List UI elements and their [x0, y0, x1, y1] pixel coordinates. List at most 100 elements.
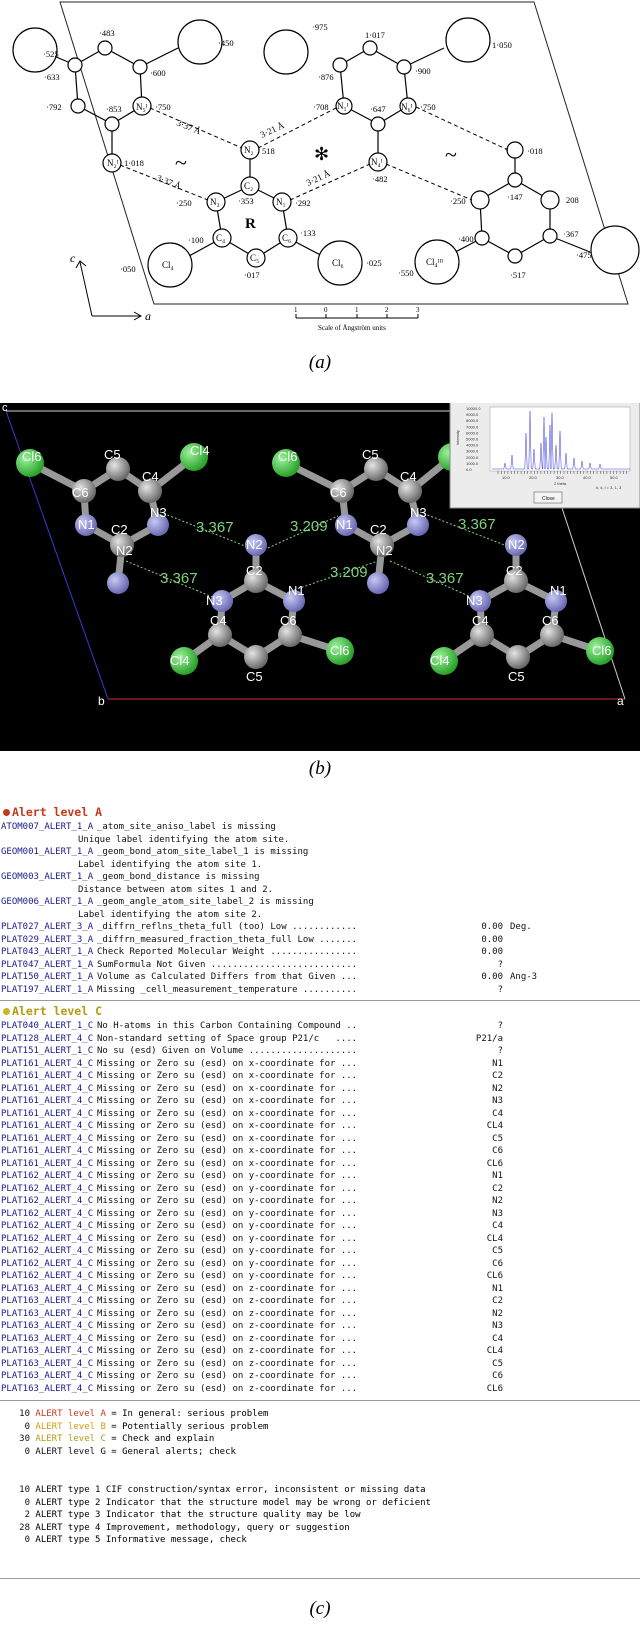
- alert-code[interactable]: PLAT161_ALERT_4_C: [1, 1058, 93, 1071]
- alert-code[interactable]: GEOM001_ALERT_1_A: [1, 846, 93, 859]
- alert-row: GEOM006_ALERT_1_A _geom_angle_atom_site_l…: [0, 896, 640, 909]
- alert-code[interactable]: PLAT163_ALERT_4_C: [1, 1308, 93, 1321]
- alert-row: PLAT163_ALERT_4_C Missing or Zero su (esd…: [0, 1283, 640, 1296]
- alert-row: PLAT043_ALERT_1_A Check Reported Molecula…: [0, 946, 640, 959]
- alert-code[interactable]: PLAT163_ALERT_4_C: [1, 1295, 93, 1308]
- alert-code[interactable]: PLAT027_ALERT_3_A: [1, 921, 93, 934]
- alert-row: PLAT163_ALERT_4_C Missing or Zero su (esd…: [0, 1370, 640, 1383]
- alert-code[interactable]: PLAT197_ALERT_1_A: [1, 984, 93, 997]
- alert-code[interactable]: PLAT161_ALERT_4_C: [1, 1158, 93, 1171]
- alert-code[interactable]: PLAT163_ALERT_4_C: [1, 1283, 93, 1296]
- summary-type-text: ALERT type 5 Informative message, check: [35, 1535, 247, 1545]
- alert-code[interactable]: PLAT163_ALERT_4_C: [1, 1345, 93, 1358]
- height-600: ·600: [150, 68, 166, 78]
- alert-code[interactable]: PLAT163_ALERT_4_C: [1, 1370, 93, 1383]
- alert-code[interactable]: PLAT128_ALERT_4_C: [1, 1033, 93, 1046]
- alert-code[interactable]: PLAT162_ALERT_4_C: [1, 1245, 93, 1258]
- atom-label-n3-mol2: N3: [410, 505, 427, 520]
- height-050: ·050: [120, 264, 136, 274]
- alert-row: PLAT161_ALERT_4_C Missing or Zero su (esd…: [0, 1108, 640, 1121]
- alert-row: ATOM007_ALERT_1_A _atom_site_aniso_label …: [0, 821, 640, 834]
- alert-code[interactable]: PLAT162_ALERT_4_C: [1, 1170, 93, 1183]
- alert-value: CL6: [486, 1158, 503, 1169]
- atom-label-n2-mol4: N2: [508, 537, 525, 552]
- label-n2: N₂: [244, 145, 254, 155]
- alert-description: Unique label identifying the atom site.: [78, 834, 290, 845]
- panel-b-molecular-viewer: c b a Cl6 C5 C4 Cl4 C6 N1 C2 N3 N2 Cl6 C…: [0, 403, 640, 751]
- atom-label-n3-mol1: N3: [150, 505, 167, 520]
- alert-row: PLAT162_ALERT_4_C Missing or Zero su (esd…: [0, 1170, 640, 1183]
- atom-label-n2-mol3: N2: [246, 537, 263, 552]
- height-633: ·633: [44, 72, 60, 82]
- height-400: ·400: [458, 234, 474, 244]
- panel-c-checkcif-report: Alert level A ATOM007_ALERT_1_A _atom_sit…: [0, 806, 640, 1588]
- alert-code[interactable]: PLAT161_ALERT_4_C: [1, 1083, 93, 1096]
- alert-code[interactable]: PLAT151_ALERT_1_C: [1, 1045, 93, 1058]
- alert-row: PLAT029_ALERT_3_A _diffrn_measured_fracti…: [0, 934, 640, 947]
- summary-count: 0: [24, 1535, 30, 1545]
- powder-x-tick: 30.0: [556, 475, 565, 480]
- alert-row: PLAT163_ALERT_4_C Missing or Zero su (esd…: [0, 1358, 640, 1371]
- alert-code[interactable]: PLAT161_ALERT_4_C: [1, 1133, 93, 1146]
- summary-count: 2: [24, 1510, 30, 1520]
- alert-code[interactable]: PLAT163_ALERT_4_C: [1, 1333, 93, 1346]
- alert-code[interactable]: PLAT161_ALERT_4_C: [1, 1095, 93, 1108]
- atom-label-cl6-mol3: Cl6: [330, 643, 350, 658]
- alert-message: Missing or Zero su (esd) on y-coordinate…: [97, 1221, 358, 1231]
- atom-label-c6-mol3: C6: [280, 613, 297, 628]
- alert-row: PLAT161_ALERT_4_C Missing or Zero su (esd…: [0, 1158, 640, 1171]
- powder-pattern-window[interactable]: 10000.09000.08000.07000.06000.0 5000.0400…: [449, 403, 640, 509]
- distance-1: 3·37 Å: [175, 118, 203, 137]
- alert-code[interactable]: PLAT161_ALERT_4_C: [1, 1120, 93, 1133]
- alert-code[interactable]: GEOM006_ALERT_1_A: [1, 896, 93, 909]
- alert-code[interactable]: PLAT163_ALERT_4_C: [1, 1320, 93, 1333]
- alert-code[interactable]: PLAT161_ALERT_4_C: [1, 1108, 93, 1121]
- alert-code[interactable]: PLAT163_ALERT_4_C: [1, 1383, 93, 1396]
- alert-code[interactable]: PLAT047_ALERT_1_A: [1, 959, 93, 972]
- atom-n2-mol1: [107, 572, 129, 594]
- atom-label-n1-mol4: N1: [550, 583, 567, 598]
- divider-1: [0, 1000, 640, 1001]
- summary-count: 0: [24, 1446, 30, 1457]
- alert-code[interactable]: PLAT161_ALERT_4_C: [1, 1070, 93, 1083]
- alert-code[interactable]: PLAT162_ALERT_4_C: [1, 1233, 93, 1246]
- alert-message: Missing or Zero su (esd) on y-coordinate…: [97, 1271, 358, 1281]
- alert-code[interactable]: GEOM003_ALERT_1_A: [1, 871, 93, 884]
- label-n1: N₁: [276, 197, 286, 207]
- powder-y-tick: 3000.0: [466, 449, 479, 454]
- alert-code[interactable]: PLAT163_ALERT_4_C: [1, 1358, 93, 1371]
- powder-x-tick: 10.0: [502, 475, 511, 480]
- alert-code[interactable]: PLAT162_ALERT_4_C: [1, 1258, 93, 1271]
- alert-code[interactable]: PLAT162_ALERT_4_C: [1, 1220, 93, 1233]
- height-147: ·147: [507, 192, 523, 202]
- alert-level-a-heading: Alert level A: [3, 806, 102, 819]
- alert-message: Missing or Zero su (esd) on x-coordinate…: [97, 1108, 358, 1119]
- alert-code[interactable]: PLAT150_ALERT_1_A: [1, 971, 93, 984]
- alert-value: C6: [492, 1258, 503, 1269]
- powder-y-tick: 0.0: [466, 467, 472, 472]
- alert-code[interactable]: PLAT029_ALERT_3_A: [1, 934, 93, 947]
- alert-row: PLAT163_ALERT_4_C Missing or Zero su (esd…: [0, 1333, 640, 1346]
- alert-value: 0.00: [481, 947, 503, 957]
- alert-code[interactable]: PLAT162_ALERT_4_C: [1, 1195, 93, 1208]
- powder-y-tick: 4000.0: [466, 443, 479, 448]
- alert-row: PLAT197_ALERT_1_A Missing _cell_measureme…: [0, 984, 640, 997]
- alert-code[interactable]: PLAT162_ALERT_4_C: [1, 1183, 93, 1196]
- distance-label-6: 3.367: [426, 570, 464, 587]
- alert-code[interactable]: PLAT040_ALERT_1_C: [1, 1020, 93, 1033]
- alert-code[interactable]: PLAT162_ALERT_4_C: [1, 1208, 93, 1221]
- alert-code[interactable]: PLAT161_ALERT_4_C: [1, 1145, 93, 1158]
- alert-code[interactable]: PLAT162_ALERT_4_C: [1, 1270, 93, 1283]
- atom-label-c2-mol3: C2: [246, 563, 263, 578]
- alert-code[interactable]: ATOM007_ALERT_1_A: [1, 821, 93, 834]
- alert-row: PLAT161_ALERT_4_C Missing or Zero su (esd…: [0, 1133, 640, 1146]
- alert-message: Missing or Zero su (esd) on z-coordinate…: [97, 1283, 358, 1294]
- glide-symbol-left: ~: [175, 150, 187, 175]
- alert-value: N1: [492, 1171, 503, 1181]
- alert-code[interactable]: PLAT043_ALERT_1_A: [1, 946, 93, 959]
- alert-row: PLAT162_ALERT_4_C Missing or Zero su (esd…: [0, 1233, 640, 1246]
- summary-count: 10: [19, 1485, 30, 1495]
- alert-row: PLAT161_ALERT_4_C Missing or Zero su (esd…: [0, 1095, 640, 1108]
- summary-level-text: = In general: serious problem: [105, 1409, 269, 1419]
- height-708: ·708: [313, 102, 329, 112]
